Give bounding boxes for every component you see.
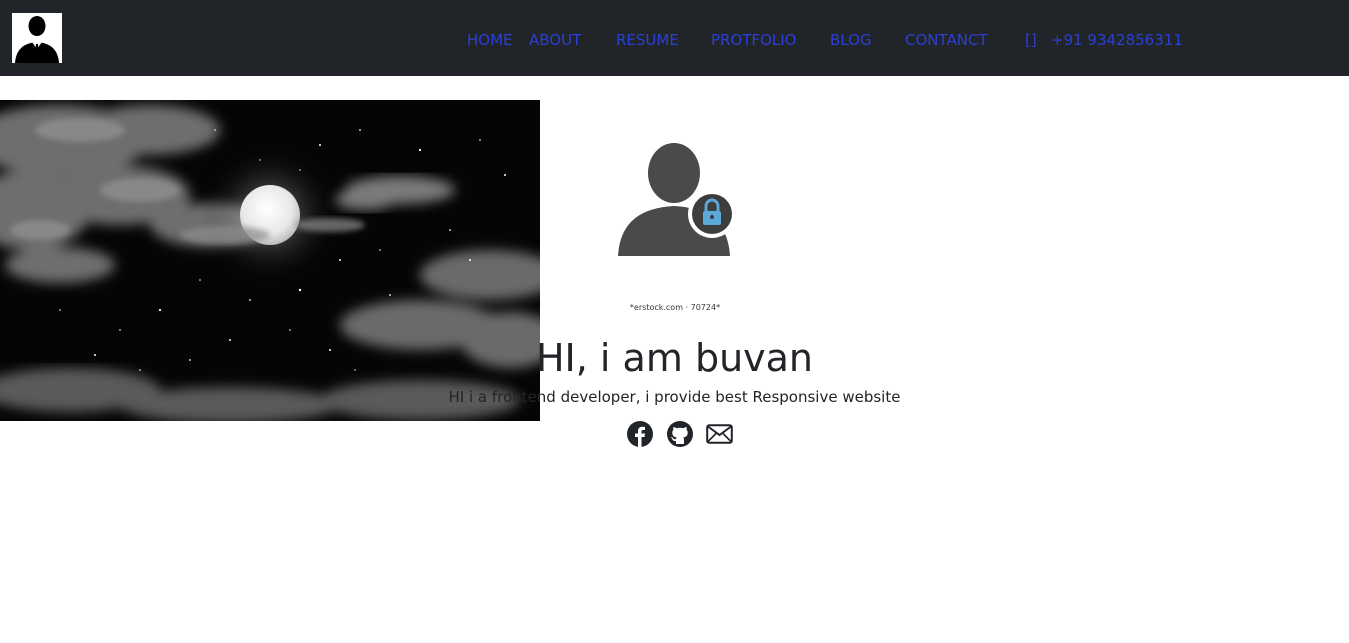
github-link[interactable] bbox=[666, 420, 693, 448]
github-icon bbox=[666, 421, 693, 447]
phone-icon-placeholder[interactable]: [] bbox=[1025, 30, 1037, 50]
nav-phone-number[interactable]: +91 9342856311 bbox=[1051, 30, 1183, 50]
navbar: HOME ABOUT RESUME PROTFOLIO BLOG CONTANC… bbox=[0, 0, 1349, 76]
nav-portfolio[interactable]: PROTFOLIO bbox=[711, 30, 796, 50]
nav-home[interactable]: HOME bbox=[467, 30, 513, 50]
nav-contact[interactable]: CONTANCT bbox=[905, 30, 988, 50]
logo[interactable] bbox=[12, 13, 62, 63]
nav-resume[interactable]: RESUME bbox=[616, 30, 679, 50]
social-links bbox=[626, 420, 733, 450]
user-lock-icon bbox=[610, 136, 740, 266]
image-caption: *erstock.com · 70724* bbox=[629, 303, 721, 312]
businessman-silhouette-icon bbox=[12, 13, 62, 63]
hero-subtitle: HI i a frontend developer, i provide bes… bbox=[448, 388, 901, 406]
hero-title: HI, i am buvan bbox=[535, 336, 814, 380]
nav-about[interactable]: ABOUT bbox=[529, 30, 581, 50]
facebook-icon bbox=[626, 421, 653, 447]
email-link[interactable] bbox=[706, 420, 733, 448]
facebook-link[interactable] bbox=[626, 420, 653, 448]
envelope-icon bbox=[706, 424, 733, 444]
nav-blog[interactable]: BLOG bbox=[830, 30, 872, 50]
